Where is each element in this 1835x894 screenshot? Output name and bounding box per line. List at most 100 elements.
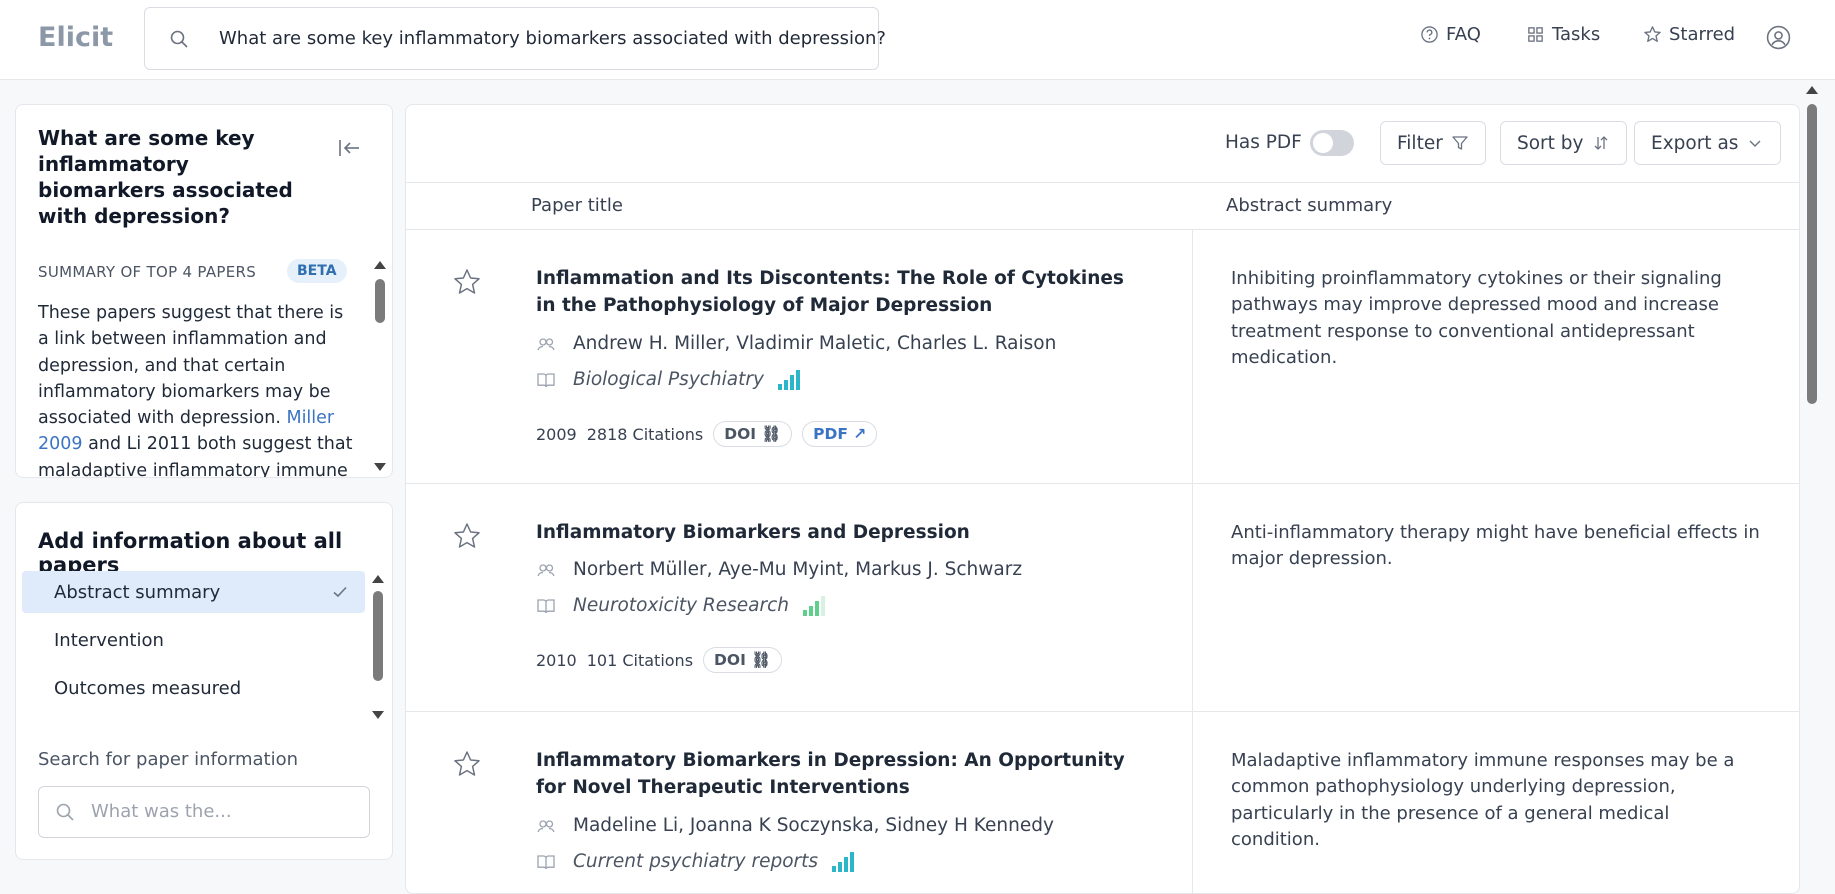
summary-scrollbar[interactable] xyxy=(374,261,386,471)
users-icon xyxy=(537,819,555,832)
doi-label: DOI xyxy=(724,425,757,443)
tasks-label: Tasks xyxy=(1552,24,1601,45)
abstract-summary: Maladaptive inflammatory immune response… xyxy=(1231,750,1735,850)
pdf-link[interactable]: PDF ↗ xyxy=(802,421,878,447)
journal-quality-bars xyxy=(803,595,826,616)
paper-authors: Madeline Li, Joanna K Soczynska, Sidney … xyxy=(536,815,1054,836)
user-account-icon[interactable] xyxy=(1766,25,1791,50)
grid-icon xyxy=(1528,27,1543,42)
paper-authors: Andrew H. Miller, Vladimir Maletic, Char… xyxy=(536,333,1056,354)
columns-scrollbar[interactable] xyxy=(372,575,384,719)
pdf-label: PDF xyxy=(813,425,848,443)
search-query-text[interactable]: What are some key inflammatory biomarker… xyxy=(219,28,886,49)
summary-text-part2: and Li 2011 both suggest that maladaptiv… xyxy=(38,434,353,478)
link-icon: ⛓ xyxy=(751,651,771,669)
logo[interactable]: Elicit xyxy=(38,22,113,53)
authors-text: Andrew H. Miller, Vladimir Maletic, Char… xyxy=(573,333,1057,354)
search-icon xyxy=(56,803,74,821)
faq-link[interactable]: FAQ xyxy=(1420,24,1481,45)
search-input[interactable]: What are some key inflammatory biomarker… xyxy=(144,7,886,70)
venue-text: Biological Psychiatry xyxy=(573,369,764,390)
chevron-down-icon xyxy=(1749,140,1761,147)
journal-quality-bars xyxy=(777,369,800,390)
scroll-up-arrow[interactable] xyxy=(374,261,386,269)
summary-text: These papers suggest that there is a lin… xyxy=(38,300,358,478)
star-icon xyxy=(1644,26,1661,43)
results-table: Has PDF Filter Sort by Export as Paper t… xyxy=(405,104,1800,894)
journal-quality-bars xyxy=(832,851,855,872)
tasks-link[interactable]: Tasks xyxy=(1526,24,1600,45)
search-placeholder: What was the... xyxy=(91,801,232,822)
filter-icon xyxy=(1452,136,1468,150)
paper-year: 2010 xyxy=(536,650,577,670)
column-option-label: Intervention xyxy=(54,630,164,651)
question-heading: What are some key inflammatory biomarker… xyxy=(38,126,293,228)
scroll-thumb[interactable] xyxy=(375,279,385,323)
venue-text: Current psychiatry reports xyxy=(573,851,819,872)
sort-icon xyxy=(1594,136,1607,150)
summary-panel: What are some key inflammatory biomarker… xyxy=(15,104,393,478)
book-icon xyxy=(537,854,555,869)
scroll-thumb[interactable] xyxy=(373,591,383,681)
starred-label: Starred xyxy=(1669,24,1736,45)
venue-text: Neurotoxicity Research xyxy=(573,595,790,616)
paper-year: 2009 xyxy=(536,424,577,444)
search-icon xyxy=(170,30,188,48)
scroll-thumb[interactable] xyxy=(1807,104,1817,404)
authors-text: Norbert Müller, Aye-Mu Myint, Markus J. … xyxy=(573,559,1023,580)
doi-link[interactable]: DOI ⛓ xyxy=(703,647,782,673)
book-icon xyxy=(537,372,555,387)
toggle-knob xyxy=(1313,133,1333,153)
star-icon[interactable] xyxy=(452,749,482,779)
paper-info-search-input[interactable]: What was the... xyxy=(38,786,370,838)
faq-label: FAQ xyxy=(1446,24,1481,45)
abstract-summary: Inhibiting proinflammatory cytokines or … xyxy=(1231,268,1722,368)
scroll-down-arrow[interactable] xyxy=(372,711,384,719)
paper-info-search-label: Search for paper information xyxy=(38,749,298,770)
has-pdf-toggle[interactable] xyxy=(1310,130,1354,156)
check-icon xyxy=(333,586,347,598)
paper-footer: 2009 2818 Citations DOI ⛓ PDF ↗ xyxy=(536,421,878,447)
table-row[interactable]: Inflammatory Biomarkers in Depression: A… xyxy=(406,711,1799,893)
beta-badge: BETA xyxy=(287,259,347,283)
table-row[interactable]: Inflammation and Its Discontents: The Ro… xyxy=(406,229,1799,483)
star-icon[interactable] xyxy=(452,521,482,551)
page-scrollbar[interactable] xyxy=(1805,86,1819,878)
collapse-sidebar-icon[interactable] xyxy=(336,135,362,161)
paper-citations: 101 Citations xyxy=(586,650,694,670)
summary-label: SUMMARY OF TOP 4 PAPERS xyxy=(38,263,257,281)
sort-button[interactable]: Sort by xyxy=(1500,121,1627,165)
authors-text: Madeline Li, Joanna K Soczynska, Sidney … xyxy=(573,815,1054,836)
paper-venue: Current psychiatry reports xyxy=(536,851,855,872)
column-header-paper-title[interactable]: Paper title xyxy=(531,195,623,216)
scroll-up-arrow[interactable] xyxy=(372,575,384,583)
paper-footer: 2010 101 Citations DOI ⛓ xyxy=(536,647,782,673)
paper-title[interactable]: Inflammation and Its Discontents: The Ro… xyxy=(536,266,1136,319)
add-info-title: Add information about all papers xyxy=(38,529,343,577)
link-icon: ⛓ xyxy=(761,425,782,443)
column-option-intervention[interactable]: Intervention xyxy=(22,619,365,661)
table-row[interactable]: Inflammatory Biomarkers and Depression N… xyxy=(406,483,1799,711)
export-button[interactable]: Export as xyxy=(1634,121,1782,165)
column-option-outcomes-measured[interactable]: Outcomes measured xyxy=(22,667,365,709)
paper-title[interactable]: Inflammatory Biomarkers and Depression xyxy=(536,520,1136,547)
paper-citations: 2818 Citations xyxy=(586,424,704,444)
scroll-up-arrow[interactable] xyxy=(1806,86,1818,94)
has-pdf-label: Has PDF xyxy=(1225,132,1302,153)
filter-label: Filter xyxy=(1397,132,1443,154)
external-arrow-icon: ↗ xyxy=(853,425,867,443)
divider xyxy=(406,182,1799,183)
paper-venue: Biological Psychiatry xyxy=(536,369,800,390)
top-bar: Elicit What are some key inflammatory bi… xyxy=(0,0,1835,80)
column-option-abstract-summary[interactable]: Abstract summary xyxy=(22,571,365,613)
starred-link[interactable]: Starred xyxy=(1643,24,1735,45)
doi-link[interactable]: DOI ⛓ xyxy=(713,421,793,447)
paper-title[interactable]: Inflammatory Biomarkers in Depression: A… xyxy=(536,748,1136,801)
export-label: Export as xyxy=(1651,132,1739,154)
column-option-label: Abstract summary xyxy=(54,582,221,603)
scroll-down-arrow[interactable] xyxy=(374,463,386,471)
filter-button[interactable]: Filter xyxy=(1380,121,1486,165)
book-icon xyxy=(537,598,555,613)
star-icon[interactable] xyxy=(452,267,482,297)
column-header-abstract-summary[interactable]: Abstract summary xyxy=(1226,195,1392,216)
